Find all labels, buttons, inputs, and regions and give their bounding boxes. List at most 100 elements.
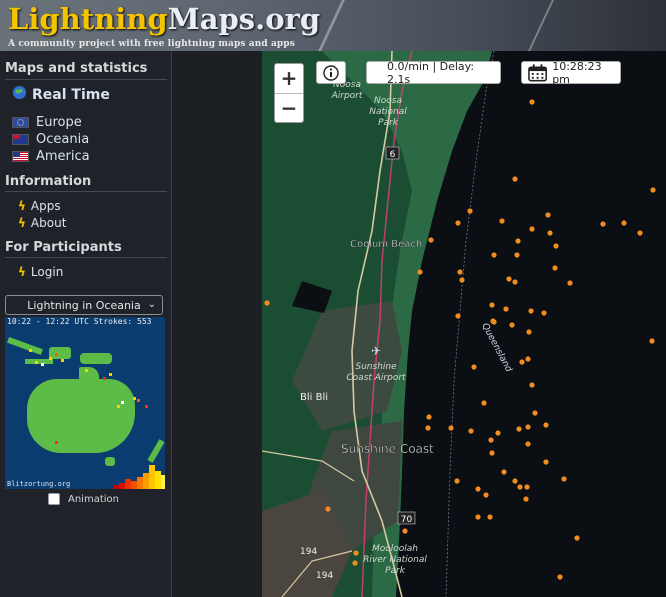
globe-icon <box>12 85 27 104</box>
coolum-beach-label: Coolum Beach <box>350 239 422 250</box>
minimap-land <box>27 379 135 453</box>
maps-section-title: Maps and statistics <box>5 61 148 76</box>
zoom-control: + − <box>274 63 304 123</box>
minimap-land <box>49 347 71 359</box>
zoom-in-button[interactable]: + <box>275 64 303 93</box>
site-logo[interactable]: LightningMaps.org <box>8 2 320 36</box>
strike-marker <box>455 313 461 319</box>
minimap-histogram-bar <box>161 475 165 489</box>
nav-apps[interactable]: ϟ Apps <box>18 199 61 213</box>
minimap-strike <box>109 373 112 376</box>
nav-realtime-label: Real Time <box>32 86 110 103</box>
strike-marker <box>525 356 531 362</box>
minimap-strike <box>55 441 58 444</box>
minimap-strike <box>61 359 64 362</box>
strike-marker <box>545 212 551 218</box>
strike-marker <box>489 450 495 456</box>
strike-marker <box>467 208 473 214</box>
strike-marker <box>528 308 534 314</box>
nav-region-label: Europe <box>36 115 82 130</box>
strike-marker <box>499 218 505 224</box>
nav-region-america[interactable]: America <box>12 149 90 164</box>
strike-marker <box>353 550 359 556</box>
nav-about-label: About <box>30 216 67 230</box>
strike-marker <box>561 476 567 482</box>
lightning-icon: ϟ <box>18 216 26 230</box>
us-flag-icon <box>12 151 29 162</box>
strike-marker <box>523 496 529 502</box>
minimap-strike <box>49 357 52 360</box>
strike-marker <box>600 221 606 227</box>
nav-region-label: America <box>36 149 90 164</box>
strike-marker <box>553 243 559 249</box>
strike-marker <box>515 238 521 244</box>
info-button[interactable] <box>316 61 346 84</box>
strike-marker <box>491 252 497 258</box>
strike-marker <box>517 484 523 490</box>
nav-about[interactable]: ϟ About <box>18 216 66 230</box>
strike-marker <box>501 469 507 475</box>
lightning-map[interactable]: 6 70 Noosa Airport Noosa National Park Cool… <box>262 51 666 597</box>
minimap-strike <box>41 363 44 366</box>
strike-marker <box>352 560 358 566</box>
strike-marker <box>526 329 532 335</box>
airport-icon: ✈ <box>371 344 381 358</box>
nav-realtime[interactable]: Real Time <box>12 85 110 104</box>
strike-marker <box>455 220 461 226</box>
oceania-minimap[interactable]: 10:22 - 12:22 UTC Strokes: 553 Blitzortu… <box>5 317 165 489</box>
participants-section-title: For Participants <box>5 240 122 255</box>
chevron-down-icon: ⌄ <box>147 299 156 310</box>
nav-region-oceania[interactable]: Oceania <box>12 132 89 147</box>
route-70-label: 70 <box>401 515 413 525</box>
minimap-header: 10:22 - 12:22 UTC Strokes: 553 <box>5 317 165 329</box>
minimap-land <box>80 353 112 364</box>
strike-marker <box>543 459 549 465</box>
strike-marker <box>557 574 563 580</box>
logo-part-maps: Maps.org <box>167 2 321 36</box>
strike-marker <box>475 514 481 520</box>
map-canvas: 6 70 Noosa Airport Noosa National Park Cool… <box>262 51 656 597</box>
strike-marker <box>417 269 423 275</box>
animation-checkbox[interactable] <box>48 493 60 505</box>
minimap-credit: Blitzortung.org <box>7 480 71 488</box>
strike-marker <box>524 484 530 490</box>
strike-marker <box>487 514 493 520</box>
strike-marker <box>621 220 627 226</box>
minimap-strike <box>103 377 106 380</box>
strike-marker <box>519 359 525 365</box>
strike-marker <box>503 306 509 312</box>
strike-marker <box>512 478 518 484</box>
route-194-label: 194 <box>300 547 317 557</box>
strike-marker <box>516 426 522 432</box>
minimap-strike <box>121 401 124 404</box>
calendar-icon <box>528 63 548 81</box>
strike-marker <box>637 230 643 236</box>
strike-marker <box>481 400 487 406</box>
nav-login[interactable]: ϟ Login <box>18 265 63 279</box>
strike-marker <box>475 486 481 492</box>
lightning-icon: ϟ <box>18 199 26 213</box>
strike-marker <box>471 364 477 370</box>
route-194-label: 194 <box>316 571 333 581</box>
zoom-out-button[interactable]: − <box>275 94 303 123</box>
strike-marker <box>649 338 655 344</box>
section-divider <box>5 257 167 258</box>
strike-marker <box>525 424 531 430</box>
animation-toggle[interactable]: Animation <box>48 493 119 505</box>
strike-marker <box>264 300 270 306</box>
region-select-value: Lightning in Oceania <box>27 298 141 312</box>
strike-marker <box>488 437 494 443</box>
strike-marker <box>512 176 518 182</box>
nav-login-label: Login <box>30 265 64 279</box>
strike-marker <box>489 302 495 308</box>
information-section-title: Information <box>5 174 92 189</box>
strike-marker <box>532 410 538 416</box>
nav-region-europe[interactable]: Europe <box>12 115 82 130</box>
nav-apps-label: Apps <box>30 199 61 213</box>
current-time-text: 10:28:23 pm <box>552 59 602 86</box>
region-select[interactable]: Lightning in Oceania ⌄ <box>5 295 163 315</box>
strike-marker <box>543 422 549 428</box>
bli-bli-label: Bli Bli <box>300 392 328 403</box>
strike-marker <box>567 280 573 286</box>
strike-marker <box>459 277 465 283</box>
